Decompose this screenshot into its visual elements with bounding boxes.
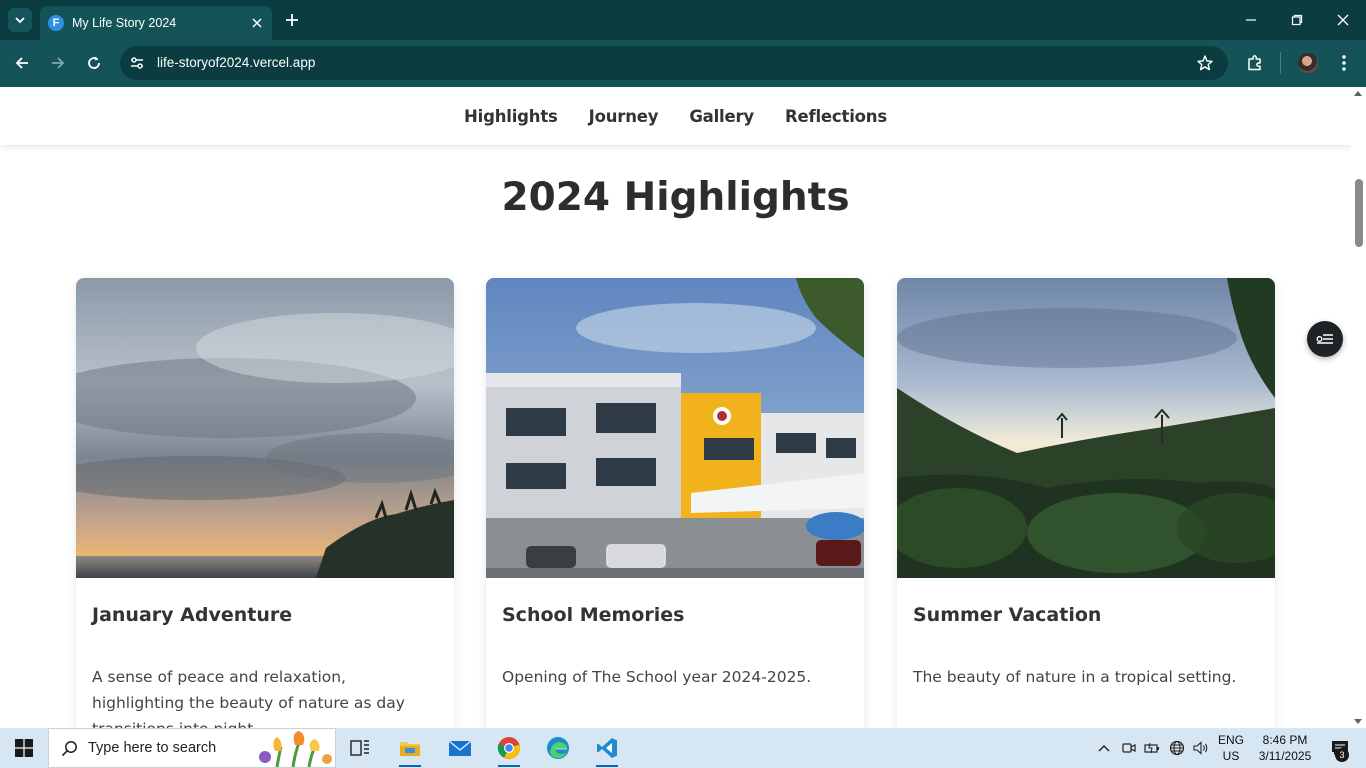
edge-icon [547,737,569,759]
floating-toggle-button[interactable] [1307,321,1343,357]
chrome-button[interactable] [485,728,533,768]
browser-menu-button[interactable] [1332,51,1356,75]
close-icon [1337,14,1349,26]
site-info-button[interactable] [128,54,146,72]
restore-button[interactable] [1274,0,1320,40]
card-image-sunset-sea [76,278,454,578]
tab-close-button[interactable] [248,14,266,32]
network-button[interactable] [1166,728,1188,768]
search-placeholder: Type here to search [88,740,217,756]
plus-icon [286,14,298,26]
tulips-decoration-icon [259,731,332,767]
windows-logo-icon [15,739,33,757]
tab-title: My Life Story 2024 [72,16,177,30]
start-button[interactable] [0,728,48,768]
mail-icon [448,740,472,756]
settings-toggle-icon [1316,334,1333,344]
clock-date: 3/11/2025 [1258,749,1312,763]
minimize-icon [1246,19,1256,21]
extensions-button[interactable] [1243,51,1267,75]
close-window-button[interactable] [1320,0,1366,40]
close-icon [252,18,262,28]
nav-link-reflections[interactable]: Reflections [785,107,887,126]
card-description: The beauty of nature in a tropical setti… [913,668,1237,686]
nav-link-gallery[interactable]: Gallery [689,107,754,126]
page-viewport: Highlights Journey Gallery Reflections 2… [0,87,1351,728]
star-icon [1197,55,1213,71]
card-title: Summer Vacation [913,604,1102,626]
card-title: School Memories [502,604,685,626]
card-image-school-building [486,278,864,578]
arrow-left-icon [15,57,28,69]
reload-icon [88,56,100,69]
scroll-thumb[interactable] [1355,179,1363,247]
folder-icon [400,742,420,756]
card-image-tropical-forest [897,278,1275,578]
card-description: A sense of peace and relaxation, highlig… [92,668,405,728]
section-title: 2024 Highlights [501,175,850,220]
nav-link-highlights[interactable]: Highlights [464,107,558,126]
url-text: life-storyof2024.vercel.app [157,55,316,70]
more-vertical-icon [1342,55,1346,71]
browser-tab-bar: F My Life Story 2024 [0,0,1366,40]
battery-button[interactable] [1142,728,1162,768]
language-region: US [1222,749,1240,763]
toolbar-divider [1280,52,1281,74]
battery-plug-icon [1144,742,1159,754]
chevron-down-icon [15,17,25,24]
task-view-button[interactable] [336,728,384,768]
speaker-icon [1193,741,1208,755]
bookmark-button[interactable] [1196,54,1214,72]
highlight-card[interactable]: January Adventure A sense of peace and r… [76,278,454,728]
page-scrollbar[interactable] [1351,87,1366,728]
vscode-button[interactable] [583,728,631,768]
minimize-button[interactable] [1228,0,1274,40]
show-hidden-icons-button[interactable] [1094,728,1114,768]
highlight-card[interactable]: School Memories Opening of The School ye… [486,278,864,728]
taskbar-search-box[interactable]: Type here to search [48,728,336,768]
camera-icon [1122,743,1136,753]
card-description: Opening of The School year 2024-2025. [502,668,812,686]
back-button[interactable] [10,51,34,75]
edge-button[interactable] [534,728,582,768]
tab-search-button[interactable] [8,8,32,32]
highlight-card[interactable]: Summer Vacation The beauty of nature in … [897,278,1275,728]
tune-icon [131,57,143,69]
globe-icon [1169,740,1185,756]
puzzle-icon [1248,55,1261,71]
new-tab-button[interactable] [282,10,302,30]
address-bar[interactable]: life-storyof2024.vercel.app [120,46,1228,80]
volume-button[interactable] [1190,728,1212,768]
vscode-icon [597,738,617,758]
notification-count-badge: 3 [1335,748,1349,762]
task-view-icon [350,740,369,756]
language-code: ENG [1217,733,1244,747]
meet-now-button[interactable] [1119,728,1139,768]
site-nav: Highlights Journey Gallery Reflections [0,87,1351,145]
scroll-down-arrow[interactable] [1354,719,1362,724]
nav-link-journey[interactable]: Journey [589,107,659,126]
mail-button[interactable] [436,728,484,768]
system-clock[interactable]: 8:46 PM 3/11/2025 [1252,732,1318,764]
chrome-icon [497,737,521,759]
reload-button[interactable] [82,51,106,75]
site-favicon-icon: F [48,15,64,31]
arrow-right-icon [52,57,65,69]
forward-button[interactable] [46,51,70,75]
browser-tab-active[interactable]: F My Life Story 2024 [40,6,272,40]
clock-time: 8:46 PM [1262,733,1308,747]
file-explorer-button[interactable] [386,728,434,768]
windows-taskbar: Type here to search ENG US 8:46 PM 3/11/… [0,728,1366,768]
profile-avatar[interactable] [1298,53,1318,73]
input-language-indicator[interactable]: ENG US [1214,732,1248,764]
search-icon [61,741,77,757]
card-title: January Adventure [92,604,293,626]
restore-icon [1291,14,1303,26]
scroll-up-arrow[interactable] [1354,91,1362,96]
chevron-up-icon [1098,745,1110,752]
